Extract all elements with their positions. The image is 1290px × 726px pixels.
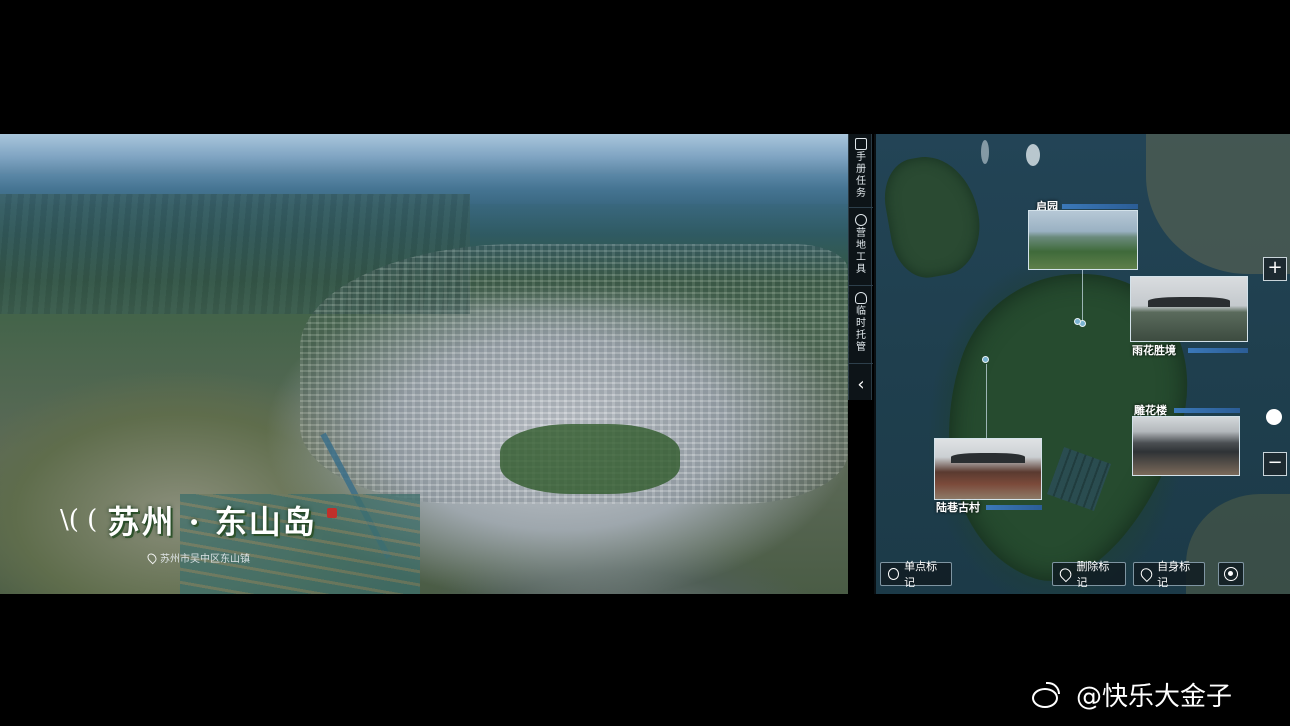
park-green (500, 424, 680, 494)
map-panel[interactable]: 启园 雨花胜境 雕花楼 陆巷古村 (874, 134, 1290, 594)
zoom-slider-handle[interactable] (1266, 409, 1282, 425)
toolbar-label: 营地工具 (856, 228, 866, 275)
toolbar-label: 手册任务 (856, 152, 866, 199)
toolbar-collapse-button[interactable]: ‹ (849, 366, 873, 400)
location-pin-icon (145, 551, 159, 564)
poi-name: 陆巷古村 (936, 501, 980, 514)
self-mark-label: 自身标记 (1157, 560, 1191, 589)
refresh-icon (888, 568, 900, 580)
single-mark-label: 单点标记 (904, 560, 938, 589)
watermark: @快乐大金子 (1030, 676, 1232, 713)
toolbar-temp-hosting[interactable]: 临时托管 (849, 288, 873, 364)
toolbar-camp-tools[interactable]: 营地工具 (849, 210, 873, 286)
location-title-text: 苏州 · 东山岛 (107, 503, 317, 541)
poi-tag-bar (1062, 204, 1138, 209)
book-icon (855, 138, 867, 150)
locate-button[interactable] (1218, 562, 1244, 586)
poi-marker[interactable] (1074, 318, 1081, 325)
poi-thumbnail (1132, 416, 1240, 476)
poi-tag-bar (1174, 408, 1240, 413)
delete-pin-icon (1057, 565, 1075, 583)
poi-leader-line (1082, 270, 1083, 322)
map-cloud (1026, 144, 1040, 166)
title-deco: \( ( (60, 505, 98, 535)
location-subtitle: 苏州市吴中区东山镇 (145, 550, 250, 565)
poi-leader-line (986, 364, 987, 438)
crosshair-icon (1224, 567, 1238, 581)
poi-name: 雨花胜境 (1132, 344, 1176, 357)
map-shore (1146, 134, 1290, 274)
poi-tag-bar (986, 505, 1042, 510)
map-cloud (981, 140, 989, 164)
location-subtitle-text: 苏州市吴中区东山镇 (160, 554, 250, 565)
compass-icon (855, 214, 867, 226)
self-mark-button[interactable]: 自身标记 (1133, 560, 1205, 589)
poi-thumbnail (934, 438, 1042, 500)
location-title: \( ( 苏州 · 东山岛 (60, 500, 337, 541)
watermark-handle: @快乐大金子 (1076, 682, 1233, 712)
red-seal-icon (326, 508, 337, 518)
zoom-out-button[interactable]: − (1263, 452, 1287, 476)
side-toolbar: 手册任务 营地工具 临时托管 ‹ (848, 134, 873, 400)
zoom-in-button[interactable]: + (1263, 257, 1287, 281)
poi-marker[interactable] (982, 356, 989, 363)
delete-mark-label: 删除标记 (1076, 560, 1110, 589)
poi-thumbnail (1028, 210, 1138, 270)
chevron-left-icon: ‹ (857, 374, 865, 395)
delete-mark-button[interactable]: 删除标记 (1052, 560, 1126, 589)
toolbar-handbook-tasks[interactable]: 手册任务 (849, 134, 873, 208)
pavilion-roof (950, 453, 1026, 463)
poi-tag-bar (1188, 348, 1248, 353)
hosting-icon (855, 292, 867, 304)
weibo-logo-icon (1030, 680, 1070, 710)
pavilion-roof (1148, 297, 1230, 307)
poi-thumbnail (1130, 276, 1248, 342)
map-island (878, 149, 988, 283)
single-mark-button[interactable]: 单点标记 (880, 560, 952, 589)
location-pin-icon (1138, 565, 1155, 583)
toolbar-label: 临时托管 (856, 306, 866, 353)
